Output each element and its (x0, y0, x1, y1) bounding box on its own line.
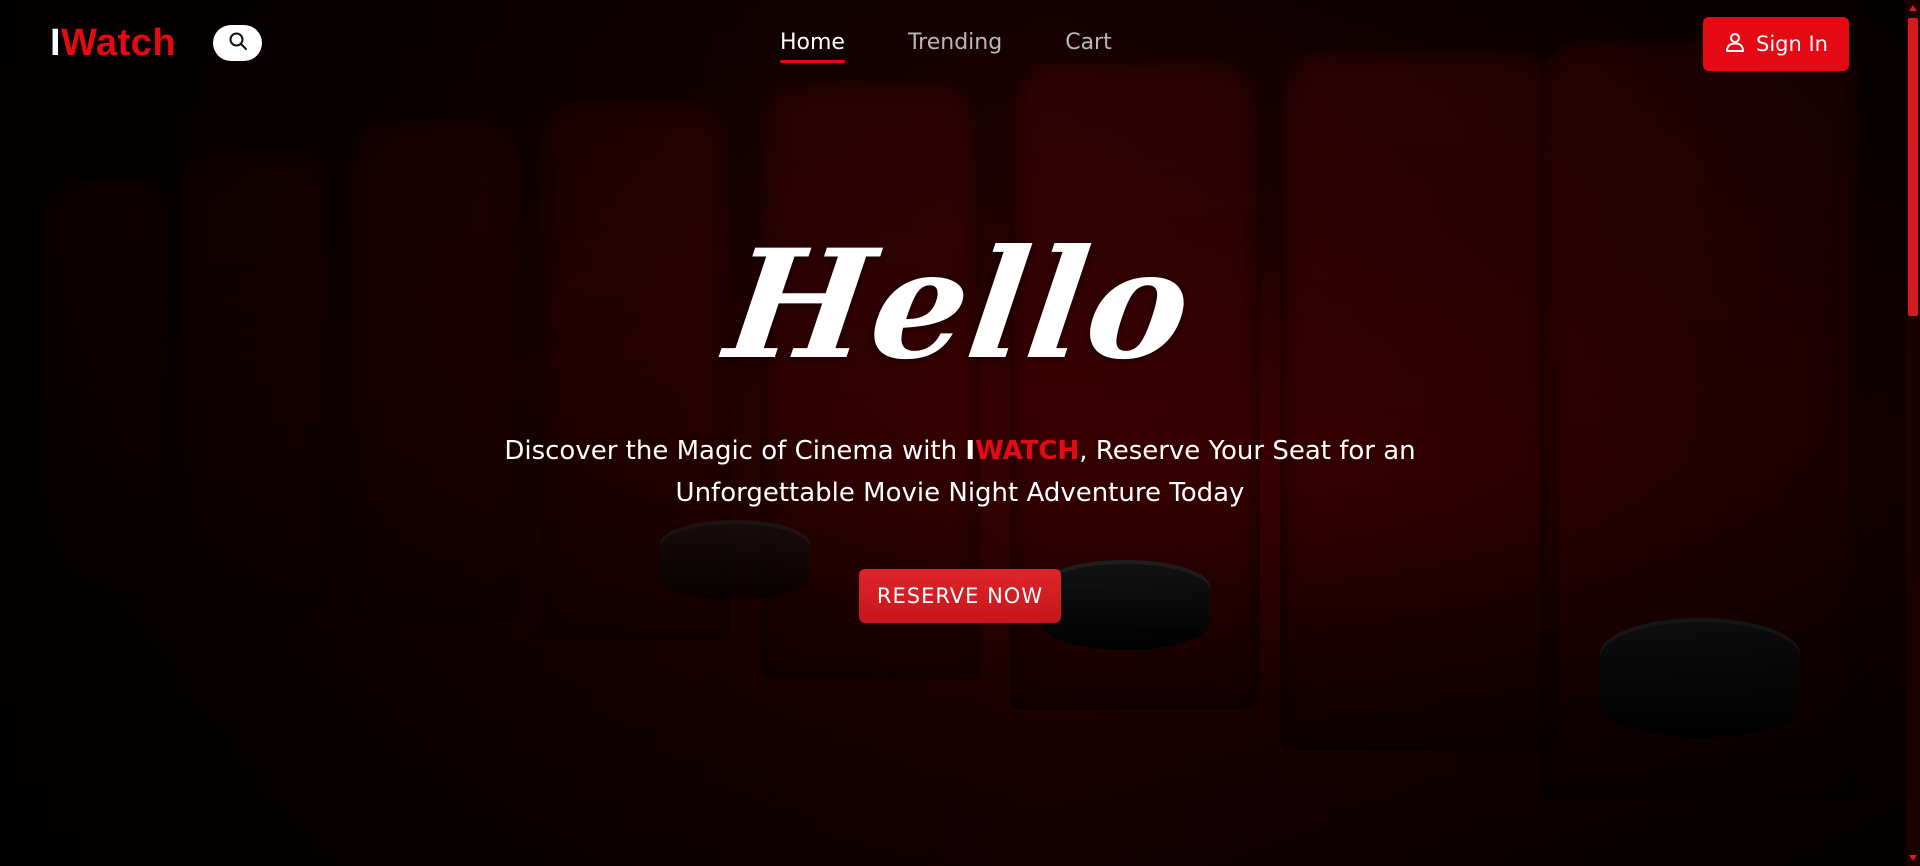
page: IWatch Home Trending Cart Sign In Hello … (0, 0, 1920, 866)
nav-item-trending[interactable]: Trending (908, 30, 1002, 63)
sign-in-label: Sign In (1756, 32, 1828, 56)
nav-item-home[interactable]: Home (780, 30, 845, 63)
logo[interactable]: IWatch (50, 22, 176, 65)
main-nav: Home Trending Cart (780, 30, 1112, 63)
sign-in-button[interactable]: Sign In (1703, 17, 1849, 71)
site-header: IWatch Home Trending Cart Sign In (0, 0, 1920, 90)
hero-tagline: Discover the Magic of Cinema with IWATCH… (480, 430, 1440, 514)
logo-first-letter: I (50, 22, 62, 64)
search-button[interactable] (213, 25, 262, 61)
tagline-brand-first: I (965, 436, 976, 466)
scrollbar-thumb[interactable] (1908, 18, 1918, 316)
tagline-start: Discover the Magic of Cinema with (504, 436, 966, 466)
hero-section: Hello Discover the Magic of Cinema with … (0, 217, 1920, 623)
logo-text: Watch (61, 22, 177, 64)
nav-item-cart[interactable]: Cart (1065, 30, 1112, 63)
reserve-now-button[interactable]: RESERVE NOW (858, 569, 1062, 623)
scroll-up-icon[interactable] (1909, 5, 1917, 11)
scroll-down-icon[interactable] (1909, 855, 1917, 861)
user-icon (1724, 31, 1746, 58)
hero-greeting: Hello (717, 217, 1203, 393)
tagline-brand: WATCH (975, 436, 1080, 466)
page-scrollbar[interactable] (1906, 0, 1920, 866)
search-icon (228, 31, 248, 56)
